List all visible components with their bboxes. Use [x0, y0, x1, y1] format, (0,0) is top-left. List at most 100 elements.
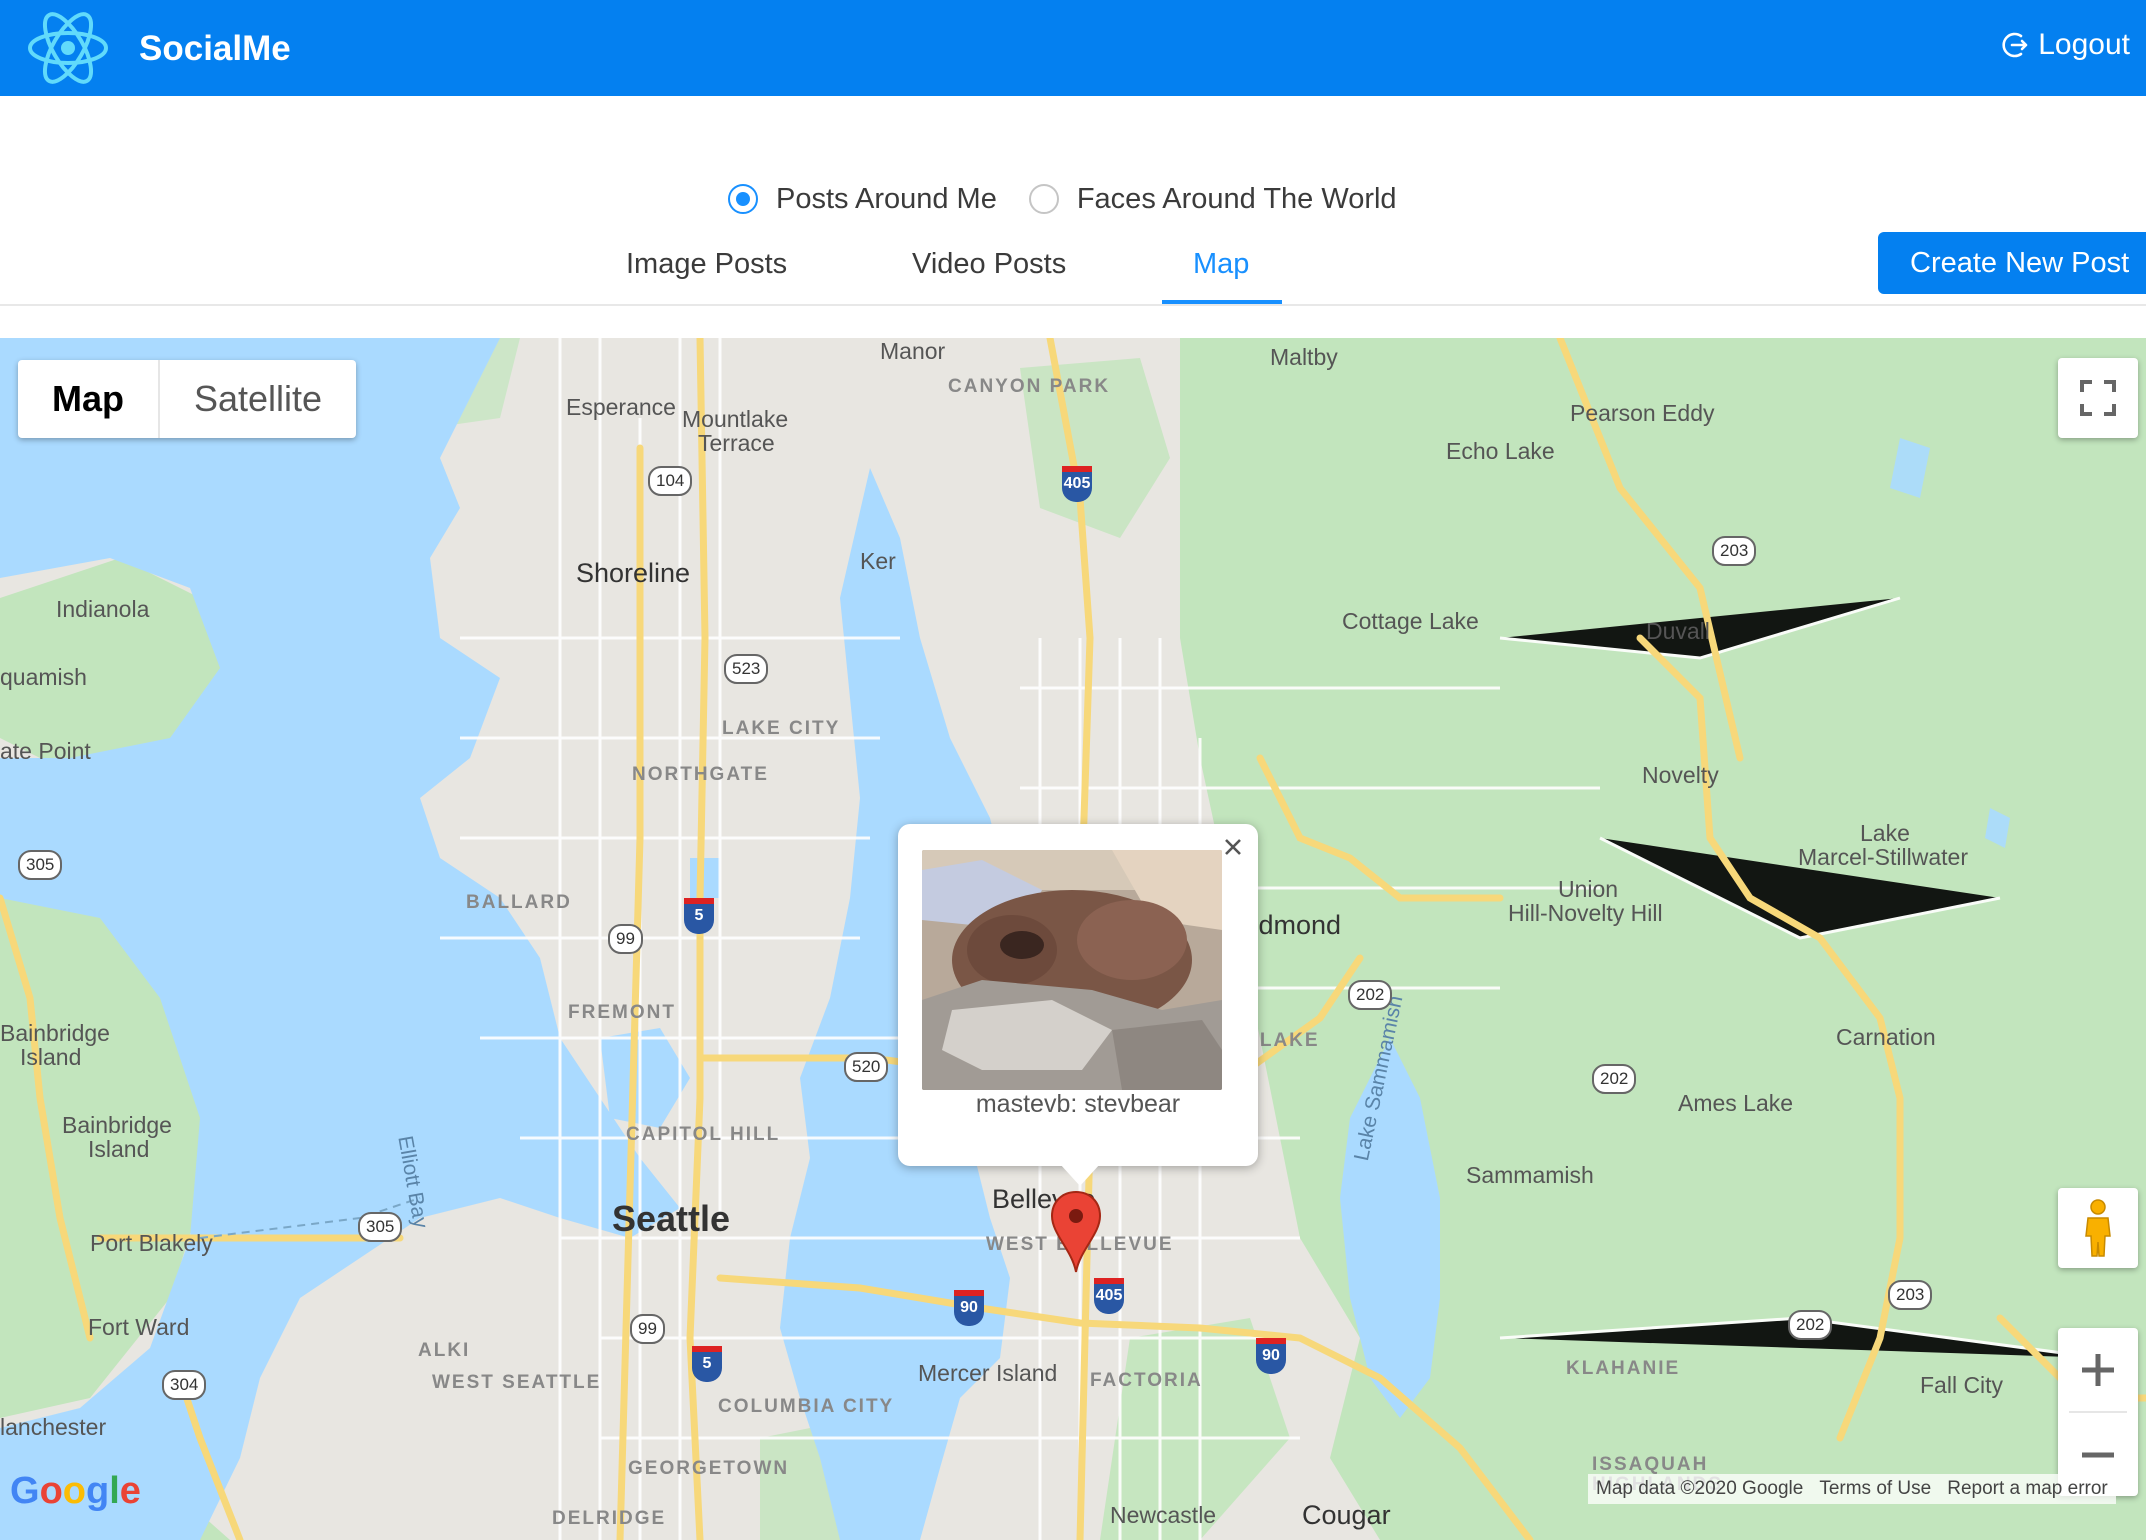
map-place-label: Hill-Novelty Hill — [1508, 900, 1663, 926]
tab-map[interactable]: Map — [1193, 248, 1249, 281]
map-marker-icon[interactable] — [1050, 1190, 1102, 1274]
map-type-control: Map Satellite — [18, 360, 357, 438]
map-place-label: Echo Lake — [1446, 438, 1555, 464]
map-place-label: lanchester — [0, 1414, 107, 1440]
map-place-label: WEST SEATTLE — [432, 1372, 602, 1393]
map-place-label: COLUMBIA CITY — [718, 1396, 895, 1417]
post-source-radio-group: Posts Around Me Faces Around The World — [728, 176, 1429, 222]
map-place-label: FREMONT — [568, 1002, 676, 1023]
state-route-shield: 104 — [648, 466, 693, 496]
google-logo[interactable]: Google — [10, 1470, 141, 1513]
state-route-shield: 520 — [844, 1052, 889, 1082]
state-route-shield: 202 — [1592, 1064, 1637, 1094]
interstate-shield: 90 — [954, 1290, 984, 1326]
logout-label: Logout — [2038, 28, 2130, 61]
map-place-label: Manor — [880, 338, 946, 364]
map-place-label: Carnation — [1836, 1024, 1936, 1050]
radio-faces-around-world[interactable]: Faces Around The World — [1028, 182, 1397, 216]
map-place-label: BALLARD — [466, 892, 572, 913]
map-place-label: Esperance — [566, 394, 676, 420]
map-place-label: ISSAQUAH — [1592, 1454, 1709, 1475]
interstate-shield: 405 — [1062, 466, 1092, 502]
interstate-shield: 405 — [1094, 1278, 1124, 1314]
map-place-label: Cougar — [1302, 1500, 1391, 1530]
state-route-shield: 523 — [724, 654, 769, 684]
state-route-shield: 305 — [358, 1212, 403, 1242]
state-route-shield: 304 — [162, 1370, 207, 1400]
radio-button-unchecked[interactable] — [1028, 184, 1059, 214]
map-place-label: Lake — [1860, 820, 1910, 846]
radio-label: Posts Around Me — [776, 182, 997, 215]
map-place-label: CANYON PARK — [948, 376, 1111, 397]
radio-button-checked[interactable] — [728, 184, 758, 214]
map-place-label: KLAHANIE — [1566, 1358, 1681, 1379]
map-place-label: Fall City — [1920, 1372, 2004, 1398]
map-place-label: Marcel-Stillwater — [1798, 844, 1968, 870]
google-map[interactable]: Manor Maltby CANYON PARK Esperance Mountlake… — [0, 338, 2146, 1540]
fullscreen-button[interactable] — [2058, 358, 2138, 438]
state-route-shield: 99 — [630, 1314, 665, 1344]
map-place-label: Port Blakely — [90, 1230, 213, 1256]
map-place-label: Bainbridge — [0, 1020, 110, 1046]
tab-active-indicator — [1162, 300, 1282, 304]
map-place-label: Union — [1558, 876, 1619, 902]
interstate-shield: 5 — [692, 1346, 722, 1382]
interstate-shield: 90 — [1256, 1338, 1286, 1374]
pegman-icon — [2085, 1199, 2111, 1257]
map-place-label: Ames Lake — [1678, 1090, 1794, 1116]
logout-icon — [2002, 32, 2028, 58]
map-place-label: Island — [20, 1044, 82, 1070]
map-place-label: Ker — [860, 548, 896, 574]
map-place-label: Fort Ward — [88, 1314, 190, 1340]
minus-icon — [2082, 1452, 2114, 1457]
street-view-pegman[interactable] — [2058, 1188, 2138, 1268]
plus-icon — [2082, 1353, 2114, 1386]
tab-image-posts[interactable]: Image Posts — [626, 248, 787, 281]
map-type-map-button[interactable]: Map — [18, 360, 160, 438]
post-info-window: mastevb: stevbear — [898, 824, 1258, 1186]
app-header: SocialMe Logout — [0, 0, 2146, 96]
fullscreen-icon — [2080, 380, 2116, 416]
interstate-shield: 5 — [684, 898, 714, 934]
state-route-shield: 202 — [1348, 980, 1393, 1010]
state-route-shield: 203 — [1712, 536, 1757, 566]
map-place-label: Seattle — [612, 1198, 731, 1239]
logout-button[interactable]: Logout — [2000, 22, 2130, 68]
map-place-label: Pearson Eddy — [1570, 400, 1715, 426]
state-route-shield: 305 — [18, 850, 63, 880]
map-type-satellite-button[interactable]: Satellite — [160, 360, 356, 438]
map-place-label: Sammamish — [1466, 1162, 1594, 1188]
map-place-label: Duvall — [1646, 618, 1710, 644]
post-image[interactable] — [922, 850, 1222, 1090]
report-map-error-link[interactable]: Report a map error — [1939, 1478, 2116, 1500]
radio-label: Faces Around The World — [1076, 182, 1397, 215]
react-atom-icon[interactable] — [26, 6, 110, 90]
state-route-shield: 202 — [1788, 1310, 1833, 1340]
map-place-label: Newcastle — [1110, 1502, 1217, 1528]
map-place-label: Maltby — [1270, 344, 1338, 370]
map-place-label: Shoreline — [576, 558, 691, 588]
map-place-label: Indianola — [56, 596, 150, 622]
zoom-control — [2058, 1328, 2138, 1496]
post-caption: mastevb: stevbear — [975, 1090, 1181, 1118]
map-place-label: Island — [88, 1136, 150, 1162]
tab-video-posts[interactable]: Video Posts — [912, 248, 1066, 281]
map-place-label: ate Point — [0, 738, 91, 764]
map-place-label: Mercer Island — [918, 1360, 1058, 1386]
map-place-label: Mountlake — [682, 406, 789, 432]
map-place-label: LAKE CITY — [722, 718, 841, 739]
map-attribution: Map data ©2020 Google Terms of Use Repor… — [1588, 1474, 2116, 1504]
map-place-label: DELRIDGE — [552, 1508, 667, 1529]
terms-of-use-link[interactable]: Terms of Use — [1811, 1478, 1939, 1500]
radio-posts-around-me[interactable]: Posts Around Me — [728, 183, 997, 216]
zoom-in-button[interactable] — [2058, 1328, 2138, 1411]
map-place-label: GEORGETOWN — [628, 1458, 790, 1479]
state-route-shield: 203 — [1888, 1280, 1933, 1310]
create-new-post-button[interactable]: Create New Post — [1878, 232, 2146, 294]
map-place-label: Novelty — [1642, 762, 1719, 788]
map-data-credit: Map data ©2020 Google — [1596, 1478, 1804, 1499]
map-place-label: NORTHGATE — [632, 764, 769, 785]
map-place-label: Cottage Lake — [1342, 608, 1479, 634]
map-place-label: ALKI — [418, 1340, 471, 1361]
close-icon[interactable] — [1218, 832, 1248, 862]
